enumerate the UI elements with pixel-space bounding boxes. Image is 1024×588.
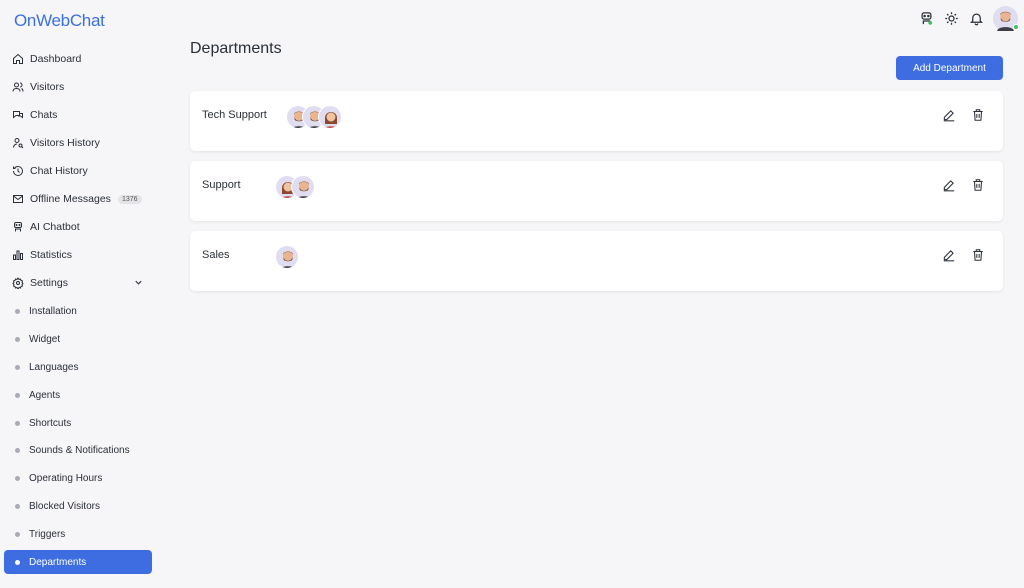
- sidebar-item-statistics[interactable]: Statistics: [4, 243, 152, 267]
- sidebar-item-label: AI Chatbot: [30, 221, 80, 233]
- sidebar-item-settings[interactable]: Settings: [4, 271, 152, 295]
- agent-avatar-male: [291, 175, 315, 199]
- agent-avatar-female: [318, 105, 342, 129]
- trash-icon[interactable]: [971, 248, 985, 262]
- agent-avatars: [275, 175, 315, 199]
- bell-icon[interactable]: [968, 11, 984, 27]
- department-name: Tech Support: [202, 109, 267, 121]
- logo[interactable]: OnWebChat: [14, 9, 105, 33]
- trash-icon[interactable]: [971, 178, 985, 192]
- sidebar-item-label: Settings: [30, 277, 68, 289]
- sidebar-item-dashboard[interactable]: Dashboard: [4, 47, 152, 71]
- bullet-dot: [15, 420, 20, 426]
- bullet-dot: [15, 392, 20, 398]
- user-search-icon: [12, 137, 24, 149]
- sidebar-subitem-installation[interactable]: Installation: [4, 299, 152, 323]
- history-icon: [12, 165, 24, 177]
- offline-count-badge: 1376: [117, 194, 142, 204]
- sidebar-item-visitors[interactable]: Visitors: [4, 75, 152, 99]
- page-title: Departments: [190, 40, 282, 57]
- sidebar-subitem-label: Triggers: [29, 528, 66, 540]
- edit-icon[interactable]: [942, 248, 956, 262]
- chevron-down-icon[interactable]: [133, 277, 144, 288]
- sidebar-item-visitors-history[interactable]: Visitors History: [4, 131, 152, 155]
- logo-text: OnWebChat: [14, 11, 105, 30]
- department-card[interactable]: Support: [190, 161, 1003, 221]
- edit-icon[interactable]: [942, 178, 956, 192]
- robot-icon: [12, 221, 24, 233]
- sidebar-subitem-label: Installation: [29, 305, 77, 317]
- bullet-dot: [15, 531, 20, 537]
- sidebar-item-chats[interactable]: Chats: [4, 103, 152, 127]
- mail-icon: [12, 193, 24, 205]
- sidebar-subitem-label: Blocked Visitors: [29, 500, 100, 512]
- sidebar-subitem-label: Sounds & Notifications: [29, 444, 130, 456]
- trash-icon[interactable]: [971, 108, 985, 122]
- bullet-dot: [15, 336, 20, 342]
- edit-icon[interactable]: [942, 108, 956, 122]
- sidebar-item-ai-chatbot[interactable]: AI Chatbot: [4, 215, 152, 239]
- sun-icon[interactable]: [943, 11, 959, 27]
- sidebar-subitem-languages[interactable]: Languages: [4, 355, 152, 379]
- sidebar-subitem-widget[interactable]: Widget: [4, 327, 152, 351]
- sidebar-subitem-agents[interactable]: Agents: [4, 383, 152, 407]
- user-avatar[interactable]: [993, 6, 1019, 31]
- sidebar-subitem-label: Shortcuts: [29, 417, 72, 429]
- agent-avatars: [286, 105, 342, 129]
- sidebar-item-label: Visitors: [30, 81, 65, 93]
- online-status-dot: [1013, 24, 1019, 30]
- sidebar-subitem-departments[interactable]: Departments: [4, 550, 152, 574]
- add-department-button[interactable]: Add Department: [896, 56, 1003, 80]
- sidebar-item-label: Chats: [30, 109, 58, 121]
- sidebar-item-offline-messages[interactable]: Offline Messages 1376: [4, 187, 152, 211]
- sidebar-item-label: Offline Messages: [30, 193, 111, 205]
- bullet-dot: [15, 503, 20, 509]
- sidebar-item-label: Chat History: [30, 165, 88, 177]
- sidebar-item-label: Dashboard: [30, 53, 82, 65]
- bar-chart-icon: [12, 249, 24, 261]
- sidebar-subitem-blocked-visitors[interactable]: Blocked Visitors: [4, 494, 152, 518]
- agent-avatar-male: [275, 245, 299, 269]
- department-name: Sales: [202, 249, 230, 261]
- robot-icon[interactable]: [918, 11, 934, 27]
- bullet-dot: [15, 447, 20, 453]
- department-card[interactable]: Tech Support: [190, 91, 1003, 151]
- sidebar-item-label: Statistics: [30, 249, 73, 261]
- home-icon: [12, 53, 24, 65]
- sidebar-subitem-sounds-notifications[interactable]: Sounds & Notifications: [4, 438, 152, 462]
- sidebar-subitem-label: Agents: [29, 389, 61, 401]
- bullet-dot: [15, 308, 20, 314]
- sidebar-subitem-label: Widget: [29, 333, 61, 345]
- department-name: Support: [202, 179, 241, 191]
- sidebar-item-chat-history[interactable]: Chat History: [4, 159, 152, 183]
- bullet-dot: [15, 475, 20, 481]
- department-card[interactable]: Sales: [190, 231, 1003, 291]
- bullet-dot: [15, 364, 20, 370]
- chats-icon: [12, 109, 24, 121]
- sidebar: OnWebChat Dashboard Visitors Chats Visit…: [0, 0, 160, 588]
- agent-avatars: [275, 245, 299, 269]
- sidebar-item-label: Visitors History: [30, 137, 100, 149]
- sidebar-subitem-label: Operating Hours: [29, 472, 103, 484]
- sidebar-subitem-label: Languages: [29, 361, 79, 373]
- users-icon: [12, 81, 24, 93]
- sidebar-subitem-operating-hours[interactable]: Operating Hours: [4, 466, 152, 490]
- header-actions: [918, 6, 1019, 31]
- bullet-dot: [15, 559, 20, 565]
- sidebar-subitem-label: Departments: [29, 556, 87, 568]
- gear-icon: [12, 277, 24, 289]
- sidebar-subitem-shortcuts[interactable]: Shortcuts: [4, 411, 152, 435]
- sidebar-subitem-triggers[interactable]: Triggers: [4, 522, 152, 546]
